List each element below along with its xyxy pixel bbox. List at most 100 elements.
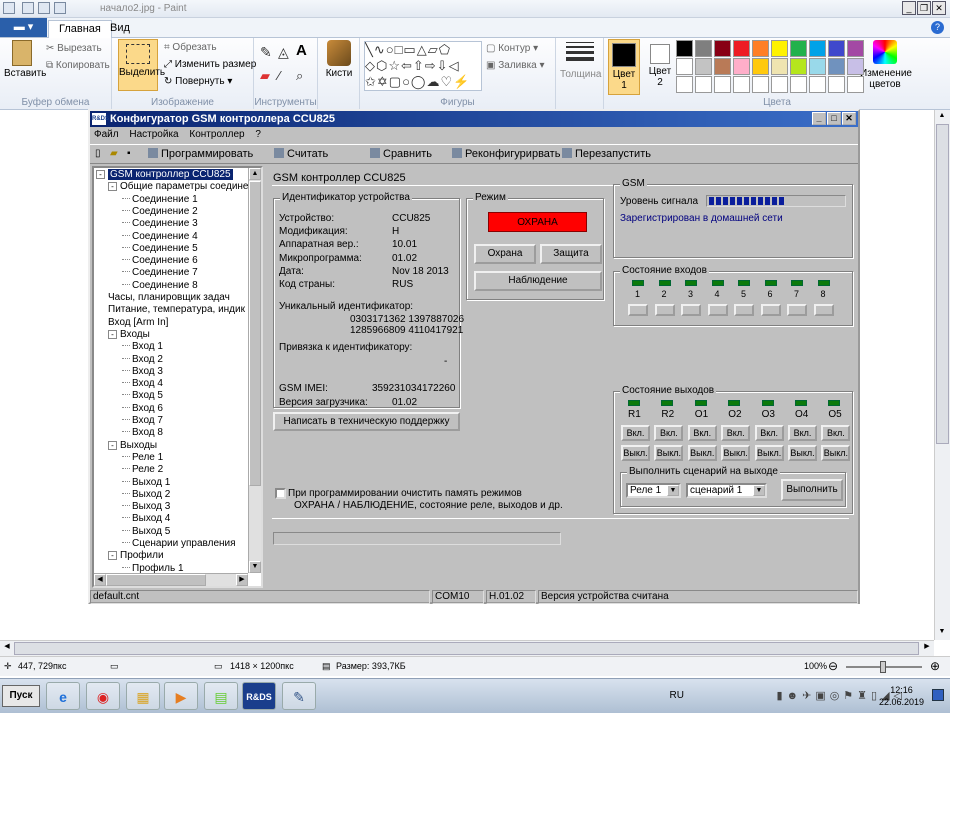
help-icon[interactable]: ?: [931, 21, 944, 34]
resize-button[interactable]: ⤢ Изменить размер: [164, 59, 256, 70]
palette-swatch[interactable]: [809, 40, 826, 57]
tree-expander-icon[interactable]: -: [108, 329, 117, 339]
palette-swatch[interactable]: [695, 76, 712, 93]
color-picker-icon[interactable]: ⁄: [278, 68, 280, 83]
paint-app-taskbar-icon[interactable]: ✎: [282, 682, 316, 710]
input-button[interactable]: [707, 304, 728, 316]
input-button[interactable]: [681, 304, 701, 316]
show-desktop-icon[interactable]: [932, 689, 944, 701]
tree-item[interactable]: Соединение 4: [122, 231, 198, 243]
output-on-button[interactable]: Вкл.: [754, 425, 784, 441]
palette-swatch[interactable]: [828, 40, 845, 57]
magnifier-icon[interactable]: ⌕: [296, 68, 303, 84]
color1-button[interactable]: Цвет 1: [608, 39, 640, 95]
output-on-button[interactable]: Вкл.: [821, 425, 851, 441]
relay-select[interactable]: Реле 1 ▼: [626, 483, 681, 498]
settings-tree[interactable]: Профиль 1- Профили Сценарии управления Выхо…: [92, 166, 263, 588]
chrome-icon[interactable]: ◉: [86, 682, 120, 710]
horizontal-scrollbar[interactable]: ◀ ▶: [0, 640, 934, 656]
edit-colors-button[interactable]: Изменение цветов: [860, 40, 912, 90]
palette-swatch[interactable]: [847, 40, 864, 57]
tree-scroll-thumb[interactable]: [249, 181, 261, 486]
cfg-maximize-button[interactable]: □: [827, 112, 841, 125]
scroll-up-icon[interactable]: ▲: [936, 111, 948, 123]
output-on-button[interactable]: Вкл.: [721, 425, 751, 441]
eraser-icon[interactable]: ▰: [260, 68, 270, 84]
palette-swatch[interactable]: [733, 76, 750, 93]
scroll-right-icon[interactable]: ▶: [921, 642, 933, 654]
minimize-button[interactable]: _: [902, 1, 916, 15]
tree-item[interactable]: Реле 2: [122, 464, 163, 476]
color2-button[interactable]: Цвет 2: [644, 39, 676, 88]
reconfigure-button[interactable]: Реконфигурирвать: [452, 148, 560, 160]
palette-swatch[interactable]: [752, 58, 769, 75]
tree-item[interactable]: - Выходы: [108, 440, 157, 452]
tree-item[interactable]: Выход 5: [122, 526, 170, 538]
tree-hscroll-thumb[interactable]: [106, 574, 206, 586]
scenario-select[interactable]: сценарий 1 ▼: [686, 483, 767, 498]
cfg-minimize-button[interactable]: _: [812, 112, 826, 125]
program-button[interactable]: Программировать: [148, 148, 253, 160]
tree-item[interactable]: Соединение 8: [122, 280, 198, 292]
support-button[interactable]: Написать в техническую поддержку: [273, 412, 460, 431]
run-scenario-button[interactable]: Выполнить: [781, 479, 843, 501]
palette-swatch[interactable]: [771, 40, 788, 57]
output-on-button[interactable]: Вкл.: [788, 425, 817, 441]
tree-expander-icon[interactable]: -: [108, 440, 117, 450]
shapes-gallery[interactable]: ╲∿○□▭△▱⬠ ◇⬡☆⇦⇧⇨⇩◁ ✩✡▢○◯☁♡⚡: [364, 41, 482, 91]
rotate-button[interactable]: ↻ Повернуть ▾: [164, 76, 232, 87]
save-icon[interactable]: [22, 2, 34, 14]
tree-item[interactable]: Выход 4: [122, 513, 170, 525]
palette-swatch[interactable]: [790, 58, 807, 75]
horizontal-scroll-thumb[interactable]: [14, 642, 919, 655]
menu-file[interactable]: Файл: [90, 127, 123, 142]
output-on-button[interactable]: Вкл.: [621, 425, 650, 441]
tree-item[interactable]: Соединение 1: [122, 194, 198, 206]
output-off-button[interactable]: Выкл.: [621, 445, 650, 461]
tree-item[interactable]: Соединение 7: [122, 267, 198, 279]
tree-item[interactable]: Вход 1: [122, 341, 163, 353]
tree-scroll-down-icon[interactable]: ▼: [249, 561, 261, 573]
rds-app-icon[interactable]: R&DS: [242, 682, 276, 710]
tree-item[interactable]: Вход 4: [122, 378, 163, 390]
protect-button[interactable]: Защита: [540, 244, 602, 264]
input-button[interactable]: [813, 304, 834, 316]
tree-item[interactable]: Сценарии управления: [122, 538, 236, 550]
crop-button[interactable]: ⌗ Обрезать: [164, 42, 217, 53]
start-button[interactable]: Пуск: [2, 685, 40, 707]
menu-settings[interactable]: Настройка: [125, 127, 182, 142]
clock[interactable]: 12:16 22.06.2019: [879, 684, 924, 708]
guard-button[interactable]: Охрана: [474, 244, 536, 264]
tree-scroll-left-icon[interactable]: ◀: [94, 574, 106, 586]
output-off-button[interactable]: Выкл.: [754, 445, 784, 461]
input-button[interactable]: [654, 304, 675, 316]
palette-swatch[interactable]: [847, 58, 864, 75]
fill-button[interactable]: ▣ Заливка ▾: [486, 60, 545, 71]
output-off-button[interactable]: Выкл.: [821, 445, 851, 461]
input-button[interactable]: [760, 304, 781, 316]
palette-swatch[interactable]: [847, 76, 864, 93]
tree-scroll-up-icon[interactable]: ▲: [249, 168, 261, 180]
pencil-icon[interactable]: ✎: [260, 44, 272, 61]
palette-swatch[interactable]: [714, 58, 731, 75]
menu-controller[interactable]: Контроллер: [185, 127, 248, 142]
palette-swatch[interactable]: [676, 76, 693, 93]
palette-swatch[interactable]: [771, 58, 788, 75]
open-file-icon[interactable]: ▰: [110, 148, 118, 159]
tree-item[interactable]: Вход [Arm In]: [108, 317, 168, 329]
output-off-button[interactable]: Выкл.: [654, 445, 684, 461]
zoom-slider-thumb[interactable]: [880, 661, 886, 673]
palette-swatch[interactable]: [695, 40, 712, 57]
tree-item[interactable]: - Входы: [108, 329, 150, 341]
brushes-button[interactable]: Кисти: [322, 40, 356, 79]
tree-scroll-right-icon[interactable]: ▶: [236, 574, 248, 586]
file-menu-button[interactable]: ▬ ▾: [0, 18, 47, 37]
outline-button[interactable]: ▢ Контур ▾: [486, 43, 538, 54]
tree-expander-icon[interactable]: -: [108, 182, 117, 192]
scroll-down-icon[interactable]: ▼: [936, 627, 948, 639]
output-off-button[interactable]: Выкл.: [687, 445, 717, 461]
palette-swatch[interactable]: [828, 76, 845, 93]
tree-item[interactable]: - Общие параметры соединени: [108, 181, 260, 193]
text-icon[interactable]: A: [296, 42, 307, 59]
compare-button[interactable]: Сравнить: [370, 148, 432, 160]
